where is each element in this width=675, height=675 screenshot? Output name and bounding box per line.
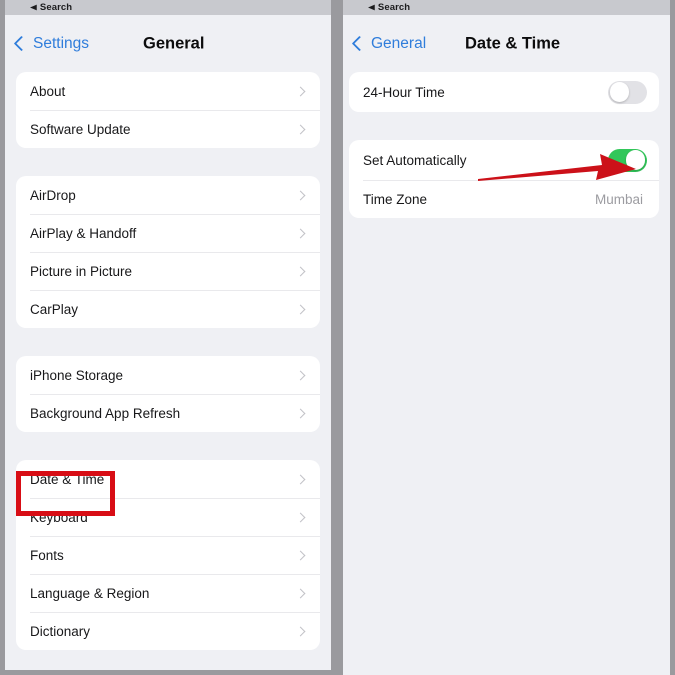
- row-label: Dictionary: [30, 623, 91, 639]
- settings-row-dictionary[interactable]: Dictionary: [16, 612, 320, 650]
- row-label: Keyboard: [30, 509, 88, 525]
- settings-group: Set Automatically Time Zone Mumbai: [349, 140, 659, 218]
- settings-row-24-hour-time: 24-Hour Time: [349, 72, 659, 112]
- row-label: AirDrop: [30, 187, 76, 203]
- settings-row-airdrop[interactable]: AirDrop: [16, 176, 320, 214]
- chevron-right-icon: [295, 588, 306, 598]
- row-label: Date & Time: [30, 471, 105, 487]
- chevron-right-icon: [295, 266, 306, 276]
- chevron-right-icon: [295, 512, 306, 522]
- settings-list-general: About Software Update AirDrop AirPlay & …: [0, 72, 331, 650]
- screen-date-time: ◀ Search General Date & Time 24-Hour Tim…: [338, 0, 675, 675]
- nav-bar-right: General Date & Time: [338, 15, 675, 72]
- settings-row-picture-in-picture[interactable]: Picture in Picture: [16, 252, 320, 290]
- screen-general: ◀ Search Settings General About Software…: [0, 0, 331, 675]
- screenshot-root: ◀ Search Settings General About Software…: [0, 0, 675, 675]
- settings-row-language-region[interactable]: Language & Region: [16, 574, 320, 612]
- back-button-settings[interactable]: Settings: [13, 34, 90, 53]
- chevron-right-icon: [295, 124, 306, 134]
- chevron-right-icon: [295, 228, 306, 238]
- status-bar-right: ◀ Search: [338, 0, 675, 15]
- row-label: Fonts: [30, 547, 64, 563]
- settings-row-fonts[interactable]: Fonts: [16, 536, 320, 574]
- row-label: About: [30, 83, 66, 99]
- back-button-label: Settings: [33, 34, 90, 52]
- settings-row-time-zone[interactable]: Time Zone Mumbai: [349, 180, 659, 218]
- settings-row-date-time[interactable]: Date & Time: [16, 460, 320, 498]
- status-back-arrow-icon[interactable]: ◀: [368, 3, 375, 12]
- status-back-label[interactable]: Search: [40, 2, 72, 13]
- row-label: Software Update: [30, 121, 131, 137]
- toggle-knob: [625, 150, 646, 170]
- row-label: CarPlay: [30, 301, 79, 317]
- row-label: Time Zone: [363, 191, 428, 207]
- status-back-label[interactable]: Search: [378, 2, 410, 13]
- row-label: Set Automatically: [363, 152, 467, 168]
- settings-list-date-time: 24-Hour Time Set Automatically Time Zone…: [338, 72, 675, 218]
- back-button-general[interactable]: General: [351, 34, 427, 53]
- row-label: AirPlay & Handoff: [30, 225, 137, 241]
- toggle-24-hour-time[interactable]: [608, 80, 647, 104]
- chevron-right-icon: [295, 304, 306, 314]
- settings-row-carplay[interactable]: CarPlay: [16, 290, 320, 328]
- settings-group: About Software Update: [16, 72, 320, 148]
- status-back-arrow-icon[interactable]: ◀: [30, 3, 37, 12]
- page-title: Date & Time: [465, 34, 561, 52]
- row-label: 24-Hour Time: [363, 84, 445, 100]
- settings-row-background-app-refresh[interactable]: Background App Refresh: [16, 394, 320, 432]
- toggle-knob: [609, 82, 630, 102]
- chevron-right-icon: [295, 190, 306, 200]
- chevron-right-icon: [295, 370, 306, 380]
- settings-group: 24-Hour Time: [349, 72, 659, 112]
- row-label: Background App Refresh: [30, 405, 181, 421]
- settings-group: iPhone Storage Background App Refresh: [16, 356, 320, 432]
- status-bar-left: ◀ Search: [0, 0, 331, 15]
- row-label: iPhone Storage: [30, 367, 124, 383]
- settings-group: AirDrop AirPlay & Handoff Picture in Pic…: [16, 176, 320, 328]
- settings-row-set-automatically: Set Automatically: [349, 140, 659, 180]
- nav-bar-left: Settings General: [0, 15, 331, 72]
- chevron-right-icon: [295, 474, 306, 484]
- settings-row-software-update[interactable]: Software Update: [16, 110, 320, 148]
- settings-group: Date & Time Keyboard Fonts Language & Re…: [16, 460, 320, 650]
- time-zone-value: Mumbai: [594, 191, 643, 207]
- back-button-label: General: [371, 34, 427, 52]
- chevron-left-icon: [351, 35, 368, 52]
- settings-row-iphone-storage[interactable]: iPhone Storage: [16, 356, 320, 394]
- toggle-set-automatically[interactable]: [608, 148, 647, 172]
- chevron-right-icon: [295, 550, 306, 560]
- page-title: General: [143, 34, 205, 52]
- panel-divider: [331, 0, 338, 675]
- chevron-right-icon: [295, 626, 306, 636]
- row-label: Language & Region: [30, 585, 150, 601]
- settings-row-keyboard[interactable]: Keyboard: [16, 498, 320, 536]
- chevron-right-icon: [295, 86, 306, 96]
- row-label: Picture in Picture: [30, 263, 133, 279]
- chevron-left-icon: [13, 35, 30, 52]
- settings-row-about[interactable]: About: [16, 72, 320, 110]
- chevron-right-icon: [295, 408, 306, 418]
- settings-row-airplay-handoff[interactable]: AirPlay & Handoff: [16, 214, 320, 252]
